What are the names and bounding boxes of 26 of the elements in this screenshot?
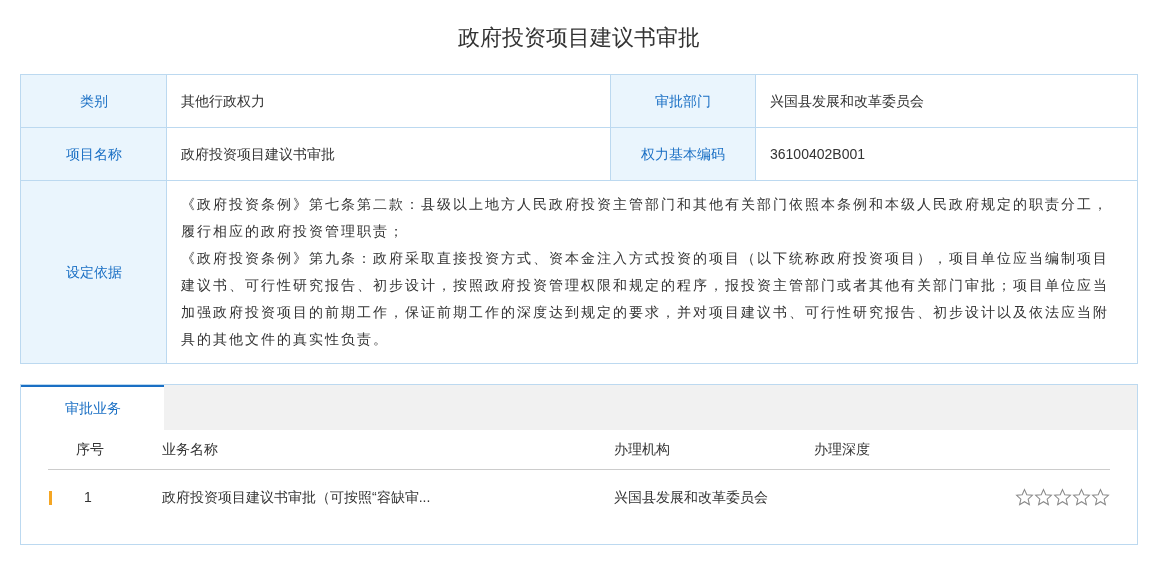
table-cell-text: 1: [83, 488, 92, 507]
field-value: 36100402B001: [770, 144, 865, 164]
column-header: 办理机构: [614, 441, 670, 457]
field-label: 权力基本编码: [641, 144, 725, 164]
star-icon: [1091, 488, 1110, 507]
star-icon: [1072, 488, 1091, 507]
star-icon: [1015, 488, 1034, 507]
column-header: 序号: [76, 441, 104, 457]
field-value: 政府投资项目建议书审批: [181, 144, 335, 164]
column-header: 业务名称: [162, 441, 218, 457]
tab[interactable]: 审批业务: [21, 385, 164, 430]
field-label: 审批部门: [655, 91, 711, 111]
basis-paragraph: 《政府投资条例》第九条：政府采取直接投资方式、资本金注入方式投资的项目（以下统称政府投资项目），项目单位应当编制项目建议书、可行性研究报告、初步设计，按照政府投资管理权限和规定的程序，报投资主管部门或者其他有关部门审批；项目单位应当加强政府投资项目的前期工作，保证前期工作的深度达到规定的要求，并对项目建议书、可行性研究报告、初步设计以及依法应当附具的其他文件的真实性负责。: [181, 249, 1110, 349]
row-marker: [49, 490, 52, 505]
page-title: 政府投资项目建议书审批: [457, 24, 701, 52]
field-label: 项目名称: [65, 144, 122, 164]
table-cell: 兴国县发展和改革委员会: [614, 489, 768, 505]
field-label: 类别: [79, 91, 108, 111]
basis-paragraph: 《政府投资条例》第七条第二款：县级以上地方人民政府投资主管部门和其他有关部门依照本条例和本级人民政府规定的职责分工，履行相应的政府投资管理职责；: [181, 195, 1110, 241]
column-header: 办理深度: [814, 441, 870, 457]
star-icon: [1034, 488, 1053, 507]
field-value: 兴国县发展和改革委员会: [770, 91, 924, 111]
star-icon: [1053, 488, 1072, 507]
field-value: 其他行政权力: [181, 91, 265, 111]
table-cell: 政府投资项目建议书审批（可按照“容缺审...: [162, 489, 431, 505]
field-label: 设定依据: [65, 262, 122, 282]
